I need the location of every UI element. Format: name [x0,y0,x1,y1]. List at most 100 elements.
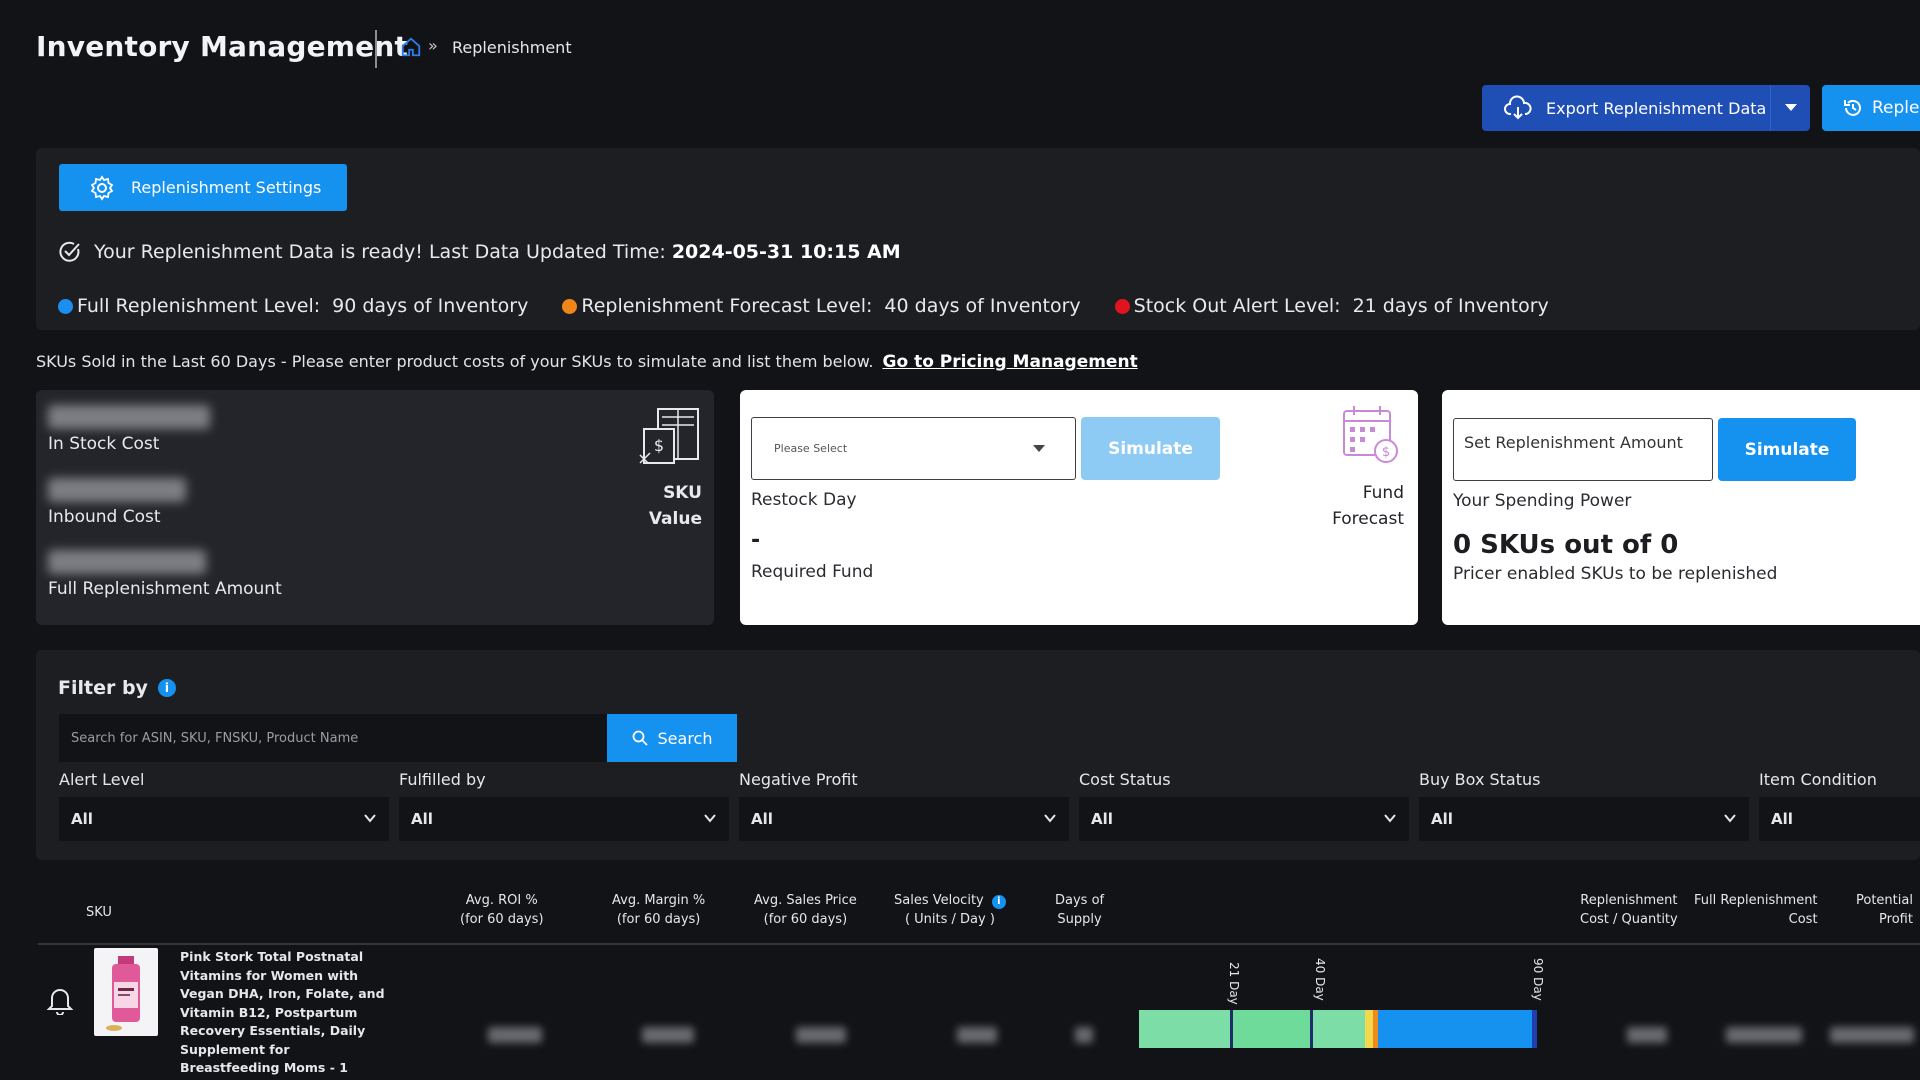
col-label: Days of [1055,893,1105,908]
search-button[interactable]: Search [607,714,737,762]
margin-value [642,1027,694,1043]
chevron-down-icon [704,814,716,823]
fulfilled-by-select[interactable]: All [399,797,729,841]
supply-segment-stockout [1139,1010,1233,1048]
col-sku[interactable]: SKU [86,903,112,922]
col-sales-velocity[interactable]: Sales Velocity i ( Units / Day ) [894,891,1006,929]
replenishment-settings-button[interactable]: Replenishment Settings [59,164,347,211]
product-thumbnail[interactable] [94,948,158,1036]
last-updated-time: 2024-05-31 10:15 AM [671,241,901,263]
info-icon[interactable]: i [157,679,176,697]
inbound-cost-label: Inbound Cost [48,507,161,527]
caret-down-icon [1784,104,1797,111]
cost-status-select[interactable]: All [1079,797,1409,841]
buy-box-status-select[interactable]: All [1419,797,1749,841]
col-sub-label: Profit [1879,912,1913,927]
replenishment-amount-input[interactable]: Set Replenishment Amount [1453,418,1713,481]
replenishment-levels: Full Replenishment Level: 90 days of Inv… [58,295,1583,317]
level-value: 90 days of Inventory [332,295,529,317]
col-label: Full Replenishment [1694,893,1818,908]
settings-label: Replenishment Settings [131,178,322,197]
col-label: Avg. Sales Price [754,893,857,908]
restock-day-label: Restock Day [751,490,857,510]
col-sub-label: Cost [1788,912,1818,927]
filter-cost-status: Cost Status All [1079,770,1409,841]
sku-value-title-line: SKU [663,483,702,503]
breadcrumb-separator: » [428,36,438,55]
select-value: All [1431,810,1453,828]
export-replenishment-button[interactable]: Export Replenishment Data [1482,85,1810,131]
replenishment-cost-value [1627,1027,1667,1043]
col-replenishment-cost[interactable]: Replenishment Cost / Quantity [1580,891,1678,929]
col-sub-label: (for 60 days) [763,912,848,927]
col-avg-roi[interactable]: Avg. ROI % (for 60 days) [460,891,544,929]
col-label: Potential [1856,893,1913,908]
col-full-replenishment-cost[interactable]: Full Replenishment Cost [1694,891,1818,929]
table-header: SKU Avg. ROI % (for 60 days) Avg. Margin… [0,885,1920,945]
skus-note: SKUs Sold in the Last 60 Days - Please e… [36,352,1138,372]
col-days-of-supply[interactable]: Days of Supply [1055,891,1104,929]
fund-title-line: Forecast [1332,509,1404,529]
required-fund-value: - [751,528,761,553]
days-of-supply-value [1075,1027,1093,1043]
col-sub-label: (for 60 days) [616,912,701,927]
export-label: Export Replenishment Data [1546,98,1767,118]
spending-power-label: Your Spending Power [1453,491,1632,511]
col-avg-margin[interactable]: Avg. Margin % (for 60 days) [612,891,705,929]
chevron-down-icon [1724,814,1736,823]
search-input[interactable] [59,714,607,762]
check-circle-icon [59,241,80,262]
supply-segment-current [1365,1010,1373,1048]
supply-marker [1310,1010,1313,1048]
product-bottle-image [106,956,140,1031]
col-avg-sales-price[interactable]: Avg. Sales Price (for 60 days) [754,891,857,929]
select-value: All [1771,810,1793,828]
simulate-fund-button[interactable]: Simulate [1081,417,1220,480]
filter-fulfilled-by: Fulfilled by All [399,770,729,841]
supply-segment-forecast [1233,1010,1313,1048]
inventory-value-icon: $ [639,408,699,464]
negative-profit-select[interactable]: All [739,797,1069,841]
data-ready-message: Your Replenishment Data is ready! Last D… [58,240,901,264]
info-icon[interactable]: i [991,894,1006,909]
product-name[interactable]: Pink Stork Total Postnatal Vitamins for … [180,948,390,1080]
skus-note-text: SKUs Sold in the Last 60 Days - Please e… [36,352,874,371]
skus-count: 0 SKUs out of 0 [1453,530,1679,560]
col-potential-profit[interactable]: Potential Profit [1856,891,1913,929]
home-icon[interactable] [400,36,422,58]
fund-title-line: Fund [1362,483,1404,503]
col-sub-label: ( Units / Day ) [904,912,995,927]
col-label-row: Sales Velocity i [894,891,1006,910]
svg-text:$: $ [654,436,664,455]
replenishment-label: Replenishment [1872,98,1920,118]
caret-down-icon [1033,445,1045,452]
col-label: Sales Velocity [894,893,984,908]
alert-level-select[interactable]: All [59,797,389,841]
filter-label: Buy Box Status [1419,770,1541,789]
filter-label: Negative Profit [739,770,858,789]
full-replenishment-level: Full Replenishment Level: 90 days of Inv… [58,295,528,317]
restock-day-select[interactable]: Please Select [751,417,1076,480]
supply-marker [1532,1010,1537,1048]
supply-segment-mid [1313,1010,1365,1048]
cloud-download-icon [1504,95,1532,120]
filter-buy-box-status: Buy Box Status All [1419,770,1749,841]
filter-title-text: Filter by [58,677,148,699]
forecast-level: Replenishment Forecast Level: 40 days of… [562,295,1081,317]
export-dropdown-toggle[interactable] [1770,85,1810,131]
bell-icon[interactable] [46,985,74,1015]
potential-profit-value [1830,1027,1914,1043]
days-of-supply-bar [1139,1010,1537,1048]
sales-velocity-value [957,1027,997,1043]
supply-segment-full [1378,1010,1532,1048]
replenishment-history-button[interactable]: Replenishment [1822,85,1920,131]
filter-label: Alert Level [59,770,145,789]
pricing-management-link[interactable]: Go to Pricing Management [883,352,1138,372]
sku-value-title-line: Value [648,509,702,529]
required-fund-label: Required Fund [751,562,874,582]
history-icon [1844,99,1861,116]
level-label: Full Replenishment Level: [77,295,321,317]
simulate-spending-button[interactable]: Simulate [1718,418,1856,481]
chevron-down-icon [1384,814,1396,823]
item-condition-select[interactable]: All [1759,797,1920,841]
